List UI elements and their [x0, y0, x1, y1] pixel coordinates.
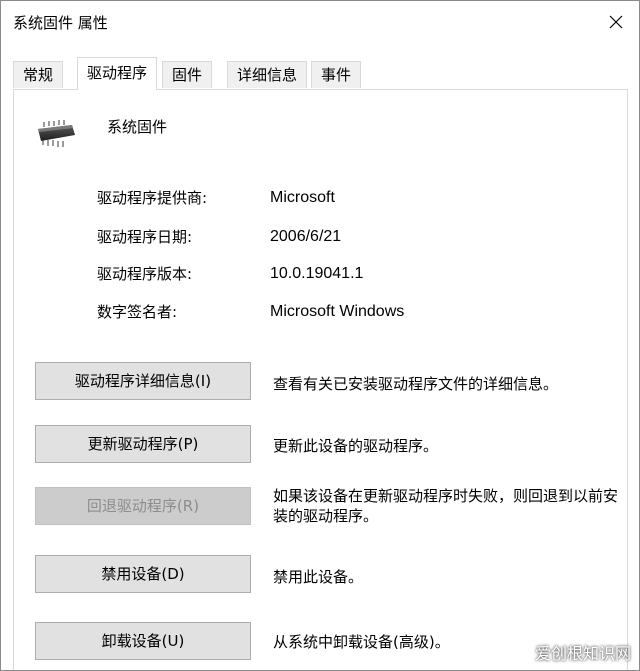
tab-events[interactable]: 事件	[311, 61, 362, 88]
driver-provider-label: 驱动程序提供商:	[97, 189, 208, 207]
tab-firmware[interactable]: 固件	[162, 61, 213, 88]
window-title: 系统固件 属性	[13, 14, 108, 32]
driver-version-label: 驱动程序版本:	[97, 265, 193, 283]
update-driver-description: 更新此设备的驱动程序。	[273, 437, 439, 455]
tab-label: 事件	[321, 66, 352, 84]
disable-device-button[interactable]: 禁用设备(D)	[35, 555, 251, 593]
driver-provider-value: Microsoft	[270, 189, 335, 206]
tab-details[interactable]: 详细信息	[227, 61, 308, 88]
uninstall-device-button[interactable]: 卸载设备(U)	[35, 622, 251, 660]
close-icon	[609, 15, 623, 29]
driver-date-value: 2006/6/21	[270, 228, 342, 245]
tab-driver[interactable]: 驱动程序	[77, 57, 158, 90]
device-name: 系统固件	[107, 118, 168, 136]
tab-general[interactable]: 常规	[13, 61, 64, 88]
driver-details-button[interactable]: 驱动程序详细信息(I)	[35, 362, 251, 400]
tab-label: 驱动程序	[87, 64, 148, 82]
roll-back-driver-description: 如果该设备在更新驱动程序时失败，则回退到以前安装的驱动程序。	[273, 487, 619, 525]
title-bar[interactable]: 系统固件 属性	[1, 1, 639, 45]
properties-dialog: 系统固件 属性 常规 驱动程序 固件 详细信息 事件 系统固件 驱动程序提供商:…	[0, 0, 640, 671]
driver-date-label: 驱动程序日期:	[97, 228, 193, 246]
tab-label: 固件	[172, 66, 203, 84]
driver-details-description: 查看有关已安装驱动程序文件的详细信息。	[273, 375, 559, 393]
tab-strip: 常规 驱动程序 固件 详细信息 事件	[13, 57, 633, 90]
watermark: 爱创根知识网	[534, 644, 631, 663]
digital-signer-label: 数字签名者:	[97, 303, 178, 321]
roll-back-driver-button[interactable]: 回退驱动程序(R)	[35, 487, 251, 525]
tab-label: 详细信息	[237, 66, 298, 84]
tab-label: 常规	[23, 66, 54, 84]
close-button[interactable]	[601, 7, 631, 37]
driver-tab-panel: 系统固件 驱动程序提供商: Microsoft 驱动程序日期: 2006/6/2…	[13, 89, 628, 670]
digital-signer-value: Microsoft Windows	[270, 303, 405, 320]
chip-icon	[38, 120, 75, 147]
update-driver-button[interactable]: 更新驱动程序(P)	[35, 425, 251, 463]
disable-device-description: 禁用此设备。	[273, 568, 364, 586]
driver-version-value: 10.0.19041.1	[270, 265, 364, 282]
